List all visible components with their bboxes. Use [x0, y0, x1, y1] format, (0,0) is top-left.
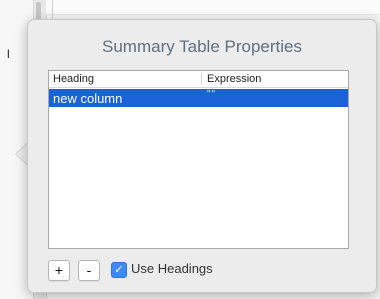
- summary-table: Heading Expression new column "": [48, 70, 349, 249]
- row-expression-cell[interactable]: "": [207, 89, 216, 100]
- popover-title: Summary Table Properties: [102, 37, 302, 56]
- use-headings-checkbox[interactable]: ✓: [111, 262, 127, 278]
- column-header-heading[interactable]: Heading: [53, 73, 94, 85]
- add-row-button[interactable]: +: [48, 260, 70, 281]
- column-header-expression[interactable]: Expression: [207, 73, 261, 85]
- background-top-bar: [46, 0, 380, 15]
- table-header: Heading Expression: [49, 71, 348, 88]
- row-heading-cell[interactable]: new column: [53, 91, 122, 106]
- use-headings-label[interactable]: Use Headings: [131, 261, 213, 276]
- remove-row-button[interactable]: -: [78, 260, 100, 281]
- summary-table-properties-popover: Summary Table Properties Heading Express…: [27, 19, 377, 293]
- column-divider[interactable]: [201, 73, 202, 85]
- background-text-fragment: l: [7, 47, 10, 61]
- table-row[interactable]: new column "": [49, 89, 348, 107]
